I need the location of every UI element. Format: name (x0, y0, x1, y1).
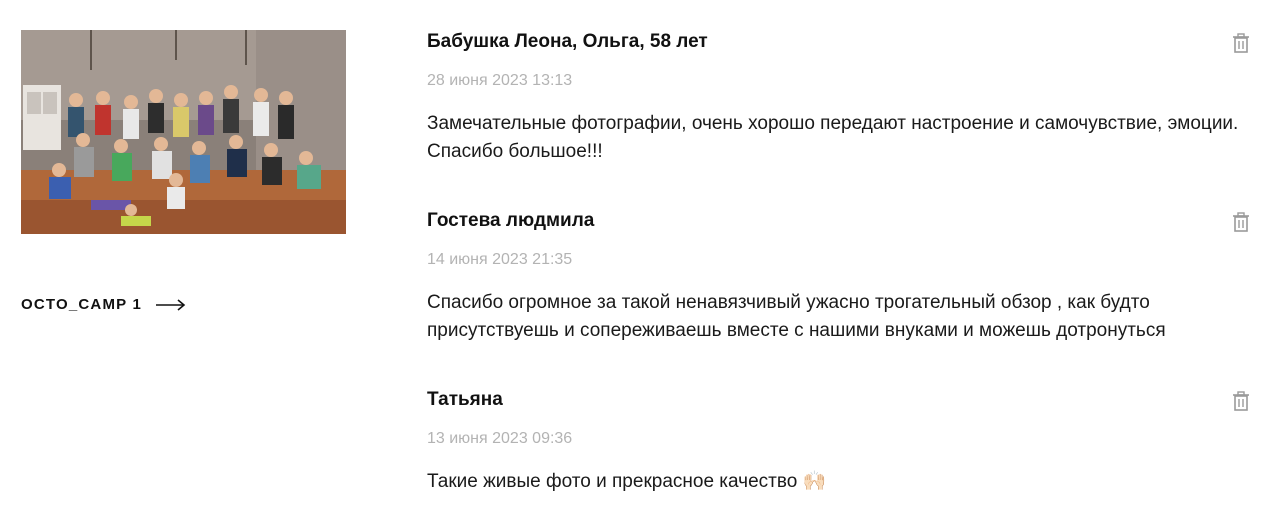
delete-comment-button[interactable] (1232, 212, 1250, 232)
comment-text: Такие живые фото и прекрасное качество 🙌… (427, 471, 827, 492)
trash-icon (1233, 391, 1249, 411)
album-title: OCTO_CAMP 1 (21, 296, 143, 313)
comment-date: 13 июня 2023 09:36 (427, 430, 573, 447)
trash-icon (1233, 212, 1249, 232)
delete-comment-button[interactable] (1232, 33, 1250, 53)
comment-text: Спасибо огромное за такой ненавязчивый у… (427, 292, 1166, 341)
arrow-right-icon (156, 298, 186, 311)
album-link[interactable]: OCTO_CAMP 1 (21, 296, 186, 313)
delete-comment-button[interactable] (1232, 391, 1250, 411)
comment-date: 28 июня 2023 13:13 (427, 72, 573, 89)
album-card: OCTO_CAMP 1 (21, 30, 346, 313)
comment-author: Гостева людмила (427, 210, 595, 231)
comment-text: Замечательные фотографии, очень хорошо п… (427, 113, 1239, 162)
comment-author: Татьяна (427, 389, 503, 410)
comment-date: 14 июня 2023 21:35 (427, 251, 573, 268)
page: OCTO_CAMP 1 Бабушка Леона, Ольга, 58 лет… (0, 0, 1280, 515)
comment-author: Бабушка Леона, Ольга, 58 лет (427, 31, 708, 52)
trash-icon (1233, 33, 1249, 53)
album-photo[interactable] (21, 30, 346, 234)
